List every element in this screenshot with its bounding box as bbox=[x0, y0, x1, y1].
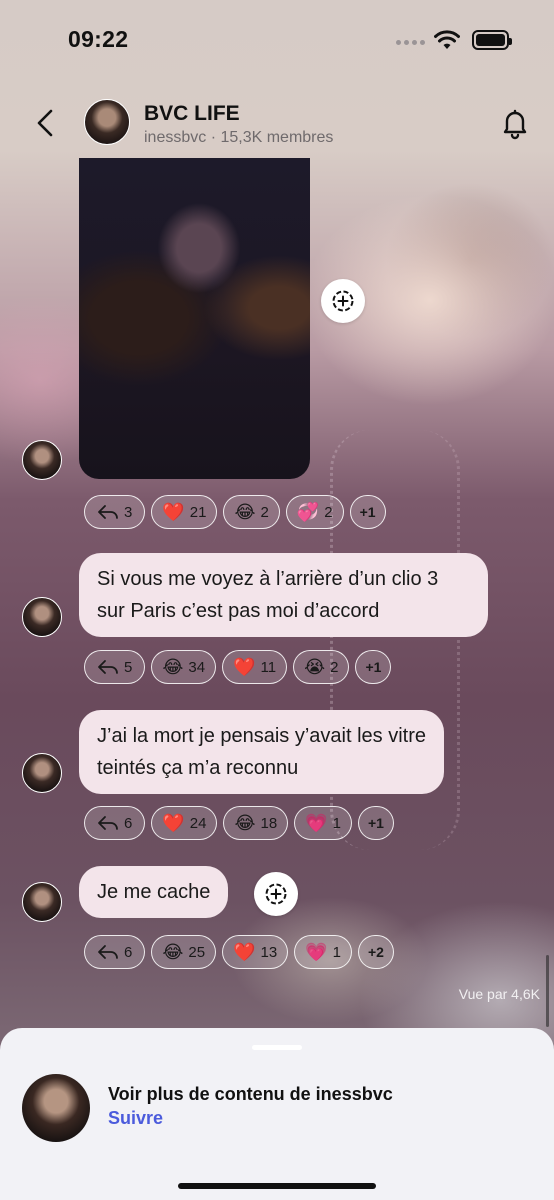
reaction-chip[interactable]: 💗 1 bbox=[294, 935, 352, 969]
channel-owner: inessbvc bbox=[144, 129, 207, 146]
pink-heart-emoji-icon: 💗 bbox=[305, 813, 328, 833]
message-bubble[interactable]: Si vous me voyez à l’arrière d’un clio 3… bbox=[79, 553, 488, 637]
share-plus-icon bbox=[265, 883, 287, 905]
bell-icon bbox=[503, 109, 527, 140]
reaction-bar: 6 😂 25 ❤️ 13 💗 1 +2 bbox=[84, 935, 394, 969]
reply-count: 6 bbox=[124, 943, 133, 961]
heart-emoji-icon: ❤️ bbox=[162, 813, 185, 833]
pink-heart-emoji-icon: 💗 bbox=[305, 942, 328, 962]
share-button[interactable] bbox=[321, 279, 365, 323]
cellular-signal-icon bbox=[396, 40, 425, 45]
sender-avatar[interactable] bbox=[22, 597, 62, 637]
reply-arrow-icon bbox=[98, 660, 118, 674]
reaction-count: 18 bbox=[260, 814, 278, 832]
reply-count: 3 bbox=[124, 503, 133, 521]
status-bar: 09:22 bbox=[0, 0, 554, 80]
reply-arrow-icon bbox=[98, 505, 118, 519]
battery-icon bbox=[472, 30, 512, 50]
reaction-chip[interactable]: 😭 2 bbox=[293, 650, 350, 684]
reaction-chip[interactable]: ❤️ 24 bbox=[151, 806, 218, 840]
reaction-count: 1 bbox=[332, 814, 341, 832]
seen-by-count[interactable]: Vue par 4,6K bbox=[459, 986, 540, 1002]
heart-emoji-icon: ❤️ bbox=[233, 942, 256, 962]
laughing-emoji-icon: 😂 bbox=[162, 657, 184, 677]
channel-title[interactable]: BVC LIFE bbox=[144, 102, 240, 126]
reaction-count: 2 bbox=[324, 503, 333, 521]
see-more-prompt: Voir plus de contenu de inessbvc bbox=[108, 1084, 393, 1104]
share-button[interactable] bbox=[254, 872, 298, 916]
reaction-bar: 5 😂 34 ❤️ 11 😭 2 +1 bbox=[84, 650, 392, 684]
reply-count: 5 bbox=[124, 658, 133, 676]
reaction-chip[interactable]: 💞 2 bbox=[285, 495, 344, 529]
more-reactions-chip[interactable]: +2 bbox=[357, 935, 394, 969]
heart-emoji-icon: ❤️ bbox=[233, 657, 256, 677]
reaction-count: 34 bbox=[188, 658, 206, 676]
reaction-count: 1 bbox=[332, 943, 341, 961]
reaction-count: 2 bbox=[330, 658, 339, 676]
sender-avatar[interactable] bbox=[22, 882, 62, 922]
reaction-chip[interactable]: 😂 18 bbox=[223, 806, 289, 840]
reply-arrow-icon bbox=[98, 816, 118, 830]
back-button[interactable] bbox=[30, 106, 60, 140]
message-photo[interactable] bbox=[79, 158, 310, 479]
channel-subtitle: inessbvc · 15,3K membres bbox=[144, 129, 334, 146]
reaction-chip[interactable]: 😂 2 bbox=[223, 495, 280, 529]
heart-emoji-icon: ❤️ bbox=[162, 502, 185, 522]
reaction-chip[interactable]: 😂 25 bbox=[151, 935, 217, 969]
sender-avatar[interactable] bbox=[22, 753, 62, 793]
more-reactions-chip[interactable]: +1 bbox=[357, 806, 394, 840]
crying-emoji-icon: 😭 bbox=[304, 657, 326, 677]
chevron-left-icon bbox=[37, 109, 53, 137]
reaction-count: 21 bbox=[189, 503, 207, 521]
more-reactions-chip[interactable]: +1 bbox=[355, 650, 392, 684]
reaction-chip[interactable]: ❤️ 13 bbox=[222, 935, 289, 969]
status-time: 09:22 bbox=[68, 26, 129, 52]
creator-avatar[interactable] bbox=[22, 1074, 90, 1142]
two-hearts-emoji-icon: 💞 bbox=[296, 502, 320, 522]
reaction-chip[interactable]: 😂 34 bbox=[151, 650, 217, 684]
reaction-count: 13 bbox=[260, 943, 278, 961]
notifications-button[interactable] bbox=[498, 106, 532, 140]
more-reactions-chip[interactable]: +1 bbox=[349, 495, 386, 529]
reaction-count: 2 bbox=[260, 503, 269, 521]
channel-avatar[interactable] bbox=[84, 99, 130, 145]
reply-arrow-icon bbox=[98, 945, 118, 959]
reaction-bar: 3 ❤️ 21 😂 2 💞 2 +1 bbox=[84, 495, 386, 529]
member-count: 15,3K membres bbox=[220, 129, 334, 146]
sender-avatar[interactable] bbox=[22, 440, 62, 480]
reply-count: 6 bbox=[124, 814, 133, 832]
reaction-chip[interactable]: ❤️ 21 bbox=[151, 495, 218, 529]
reaction-count: 24 bbox=[189, 814, 207, 832]
reply-count-chip[interactable]: 6 bbox=[84, 806, 146, 840]
laughing-emoji-icon: 😂 bbox=[234, 813, 256, 833]
wifi-icon bbox=[434, 30, 460, 49]
follow-button[interactable]: Suivre bbox=[108, 1108, 163, 1129]
reaction-chip[interactable]: 💗 1 bbox=[294, 806, 352, 840]
reaction-bar: 6 ❤️ 24 😂 18 💗 1 +1 bbox=[84, 806, 394, 840]
laughing-emoji-icon: 😂 bbox=[162, 942, 184, 962]
laughing-emoji-icon: 😂 bbox=[234, 502, 256, 522]
scrollbar[interactable] bbox=[546, 955, 549, 1027]
reply-count-chip[interactable]: 6 bbox=[84, 935, 146, 969]
message-bubble[interactable]: Je me cache bbox=[79, 866, 229, 918]
sheet-grabber[interactable] bbox=[252, 1045, 302, 1050]
reply-count-chip[interactable]: 3 bbox=[84, 495, 146, 529]
message-bubble[interactable]: J’ai la mort je pensais y’avait les vitr… bbox=[79, 710, 444, 794]
home-indicator[interactable] bbox=[178, 1183, 376, 1189]
follow-sheet: Voir plus de contenu de inessbvc Suivre bbox=[0, 1028, 554, 1200]
reaction-chip[interactable]: ❤️ 11 bbox=[222, 650, 288, 684]
reply-count-chip[interactable]: 5 bbox=[84, 650, 146, 684]
channel-header: BVC LIFE inessbvc · 15,3K membres bbox=[0, 88, 554, 158]
share-plus-icon bbox=[332, 290, 354, 312]
reaction-count: 25 bbox=[188, 943, 206, 961]
reaction-count: 11 bbox=[260, 658, 277, 676]
